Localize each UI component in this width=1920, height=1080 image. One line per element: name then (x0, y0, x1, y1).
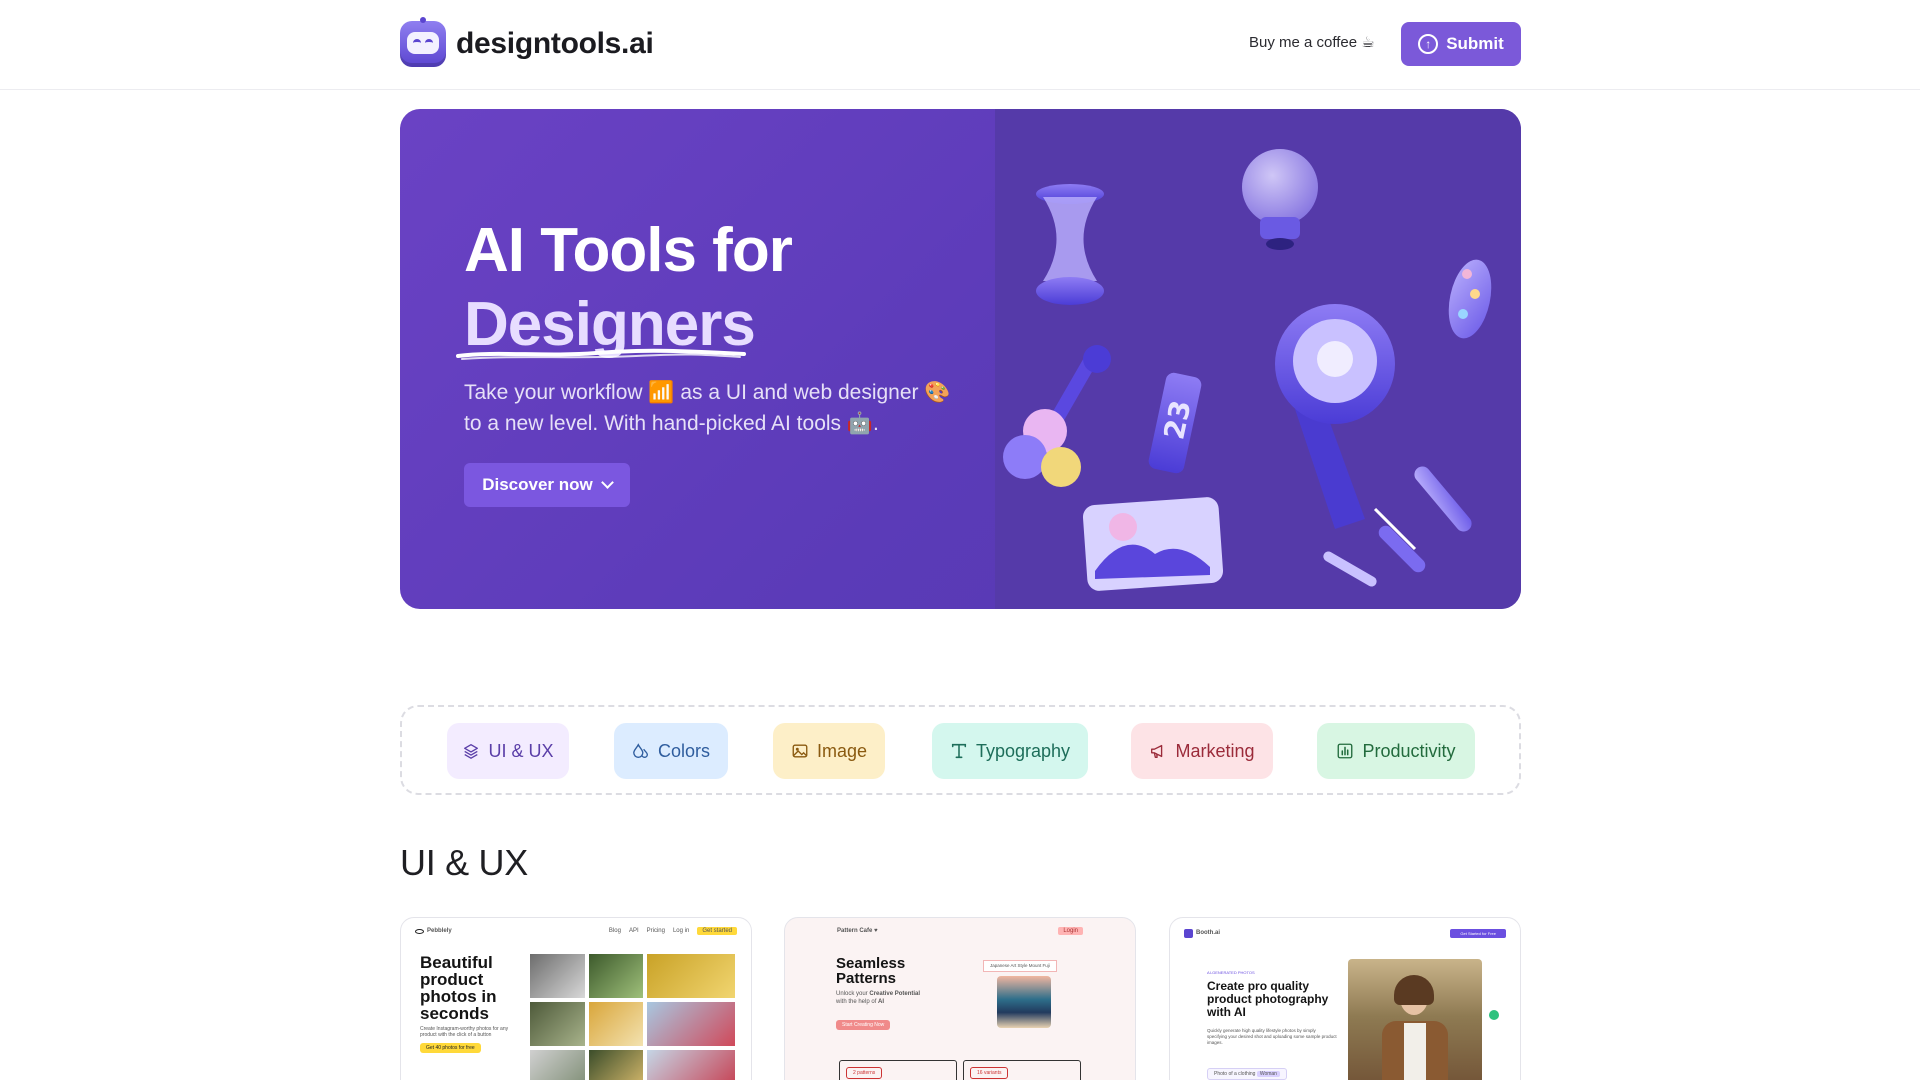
tool-card-pebblely[interactable]: Pebblely Blog API Pricing Log in Get sta… (400, 917, 752, 1080)
scribble-underline-icon (456, 348, 746, 360)
card-text: Unlock your Creative Potential with the … (836, 990, 956, 1006)
product-photo-grid (530, 954, 735, 1080)
card-text-part: with the help of (836, 999, 877, 1005)
megaphone-icon (1275, 304, 1395, 529)
card-chip-text: Photo of a clothing (1214, 1071, 1256, 1077)
card-nav: Booth.ai Get Started for Free (1184, 926, 1506, 940)
hourglass-icon (1036, 184, 1104, 305)
hero-title-line1: AI Tools for (464, 216, 793, 285)
card-nav: Pattern Cafe ♥ Login (837, 924, 1083, 938)
discover-now-button[interactable]: Discover now (464, 463, 630, 507)
card-nav-item: Log in (672, 928, 690, 934)
chip-ui-ux[interactable]: UI & UX (447, 723, 569, 779)
palette-icon (1448, 259, 1492, 339)
brand-name: designtools.ai (456, 27, 654, 60)
card-brand: Booth.ai (1196, 930, 1220, 936)
card-prompt: Japanese Art Style Mount Fuji (983, 960, 1057, 972)
discover-label: Discover now (482, 475, 593, 494)
chip-typography[interactable]: Typography (932, 723, 1088, 779)
image-icon (792, 744, 808, 758)
card-nav-item: Pricing (646, 928, 665, 934)
pebble-logo-icon (415, 928, 424, 934)
pattern-tile-left: 2 patterns (839, 1060, 957, 1080)
layers-icon (464, 744, 479, 759)
hero-subtitle: Take your workflow 📶 as a UI and web des… (464, 377, 984, 439)
chip-colors[interactable]: Colors (614, 723, 728, 779)
chip-label: Typography (975, 740, 1071, 761)
robot-logo-icon (400, 17, 446, 67)
pattern-preview-image (997, 976, 1051, 1028)
card-headline: Create pro quality product photography w… (1207, 979, 1329, 1019)
section-title: UI & UX (400, 842, 528, 883)
card-nav: Pebblely Blog API Pricing Log in Get sta… (415, 924, 737, 938)
chip-productivity[interactable]: Productivity (1317, 723, 1475, 779)
booth-logo-icon (1184, 928, 1193, 938)
brand-logo-link[interactable]: designtools.ai (400, 17, 654, 67)
image-card-icon (1082, 497, 1224, 591)
card-text-bold: AI (878, 999, 885, 1005)
card-text-part: Unlock your (836, 991, 868, 997)
chip-label: Productivity (1362, 740, 1456, 761)
card-nav-item: API (628, 928, 639, 934)
tool-card-pattern-cafe[interactable]: Pattern Cafe ♥ Login Seamless Patterns U… (784, 917, 1136, 1080)
portrait-photo (1348, 959, 1482, 1080)
chip-label: Colors (657, 740, 710, 761)
hero-banner: AI Tools for Designers Take your workflo… (400, 109, 1521, 609)
card-nav-item: Blog (608, 928, 621, 934)
droplets-icon (633, 743, 648, 758)
tool-card-booth-ai[interactable]: Booth.ai Get Started for Free AI-GENERAT… (1169, 917, 1521, 1080)
site-header: designtools.ai Buy me a coffee ☕ ↑ Submi… (0, 0, 1920, 90)
chart-icon (1338, 743, 1353, 759)
card-cta: Start Creating Now (836, 1020, 891, 1030)
card-nav-cta: Get Started for Free (1450, 928, 1506, 938)
chip-label: Marketing (1175, 740, 1255, 761)
card-cta: Get 40 photos for free (420, 1043, 481, 1053)
megaphone-icon (1151, 744, 1163, 758)
lightbulb-icon (1242, 149, 1318, 250)
upload-arrow-icon: ↑ (1418, 34, 1439, 54)
chip-marketing[interactable]: Marketing (1131, 723, 1273, 779)
card-headline: Seamless Patterns (836, 955, 906, 987)
card-tag: 16 variants (970, 1067, 1009, 1079)
pattern-tile-right: 16 variants (963, 1060, 1081, 1080)
buy-me-a-coffee-link[interactable]: Buy me a coffee ☕ (1249, 33, 1375, 51)
design-objects-illustration: 23 (1003, 149, 1492, 591)
card-brand: Pebblely (427, 928, 452, 934)
card-nav-cta: Login (1058, 927, 1083, 935)
hero-title: AI Tools for Designers (464, 214, 793, 362)
submit-label: Submit (1446, 34, 1504, 53)
color-dots-icon (1003, 409, 1081, 487)
hero-subtitle-line2: to a new level. With hand-picked AI tool… (464, 412, 879, 435)
card-headline: Beautiful product photos in seconds (420, 953, 497, 1023)
submit-button[interactable]: ↑ Submit (1401, 22, 1521, 66)
card-prompt-chip: Photo of a clothing Woman (1207, 1068, 1287, 1080)
svg-text:23: 23 (1157, 397, 1197, 442)
hero-illustration: 23 (995, 109, 1521, 609)
hero-subtitle-line1: Take your workflow 📶 as a UI and web des… (464, 381, 951, 404)
card-chip-tag: Woman (1256, 1071, 1280, 1077)
chip-label: UI & UX (488, 740, 554, 761)
category-filter-bar: UI & UX Colors Image Typography Marketin… (400, 705, 1521, 795)
status-dot (1489, 1010, 1499, 1020)
card-brand: Pattern Cafe ♥ (837, 928, 878, 934)
card-nav-cta: Get started (697, 927, 737, 935)
wrench-icon (1414, 466, 1472, 532)
chip-label: Image (816, 740, 868, 761)
type-icon (951, 743, 967, 759)
card-text: Quickly generate high quality lifestyle … (1207, 1028, 1337, 1045)
chip-image[interactable]: Image (773, 723, 885, 779)
card-text: Create Instagram-worthy photos for any p… (420, 1026, 509, 1038)
card-tag: 2 patterns (846, 1067, 883, 1079)
card-text-bold: Creative Potential (869, 991, 921, 997)
chevron-down-icon (600, 476, 614, 489)
tag-icon: 23 (1148, 372, 1202, 474)
card-eyebrow: AI-GENERATED PHOTOS (1207, 970, 1255, 975)
